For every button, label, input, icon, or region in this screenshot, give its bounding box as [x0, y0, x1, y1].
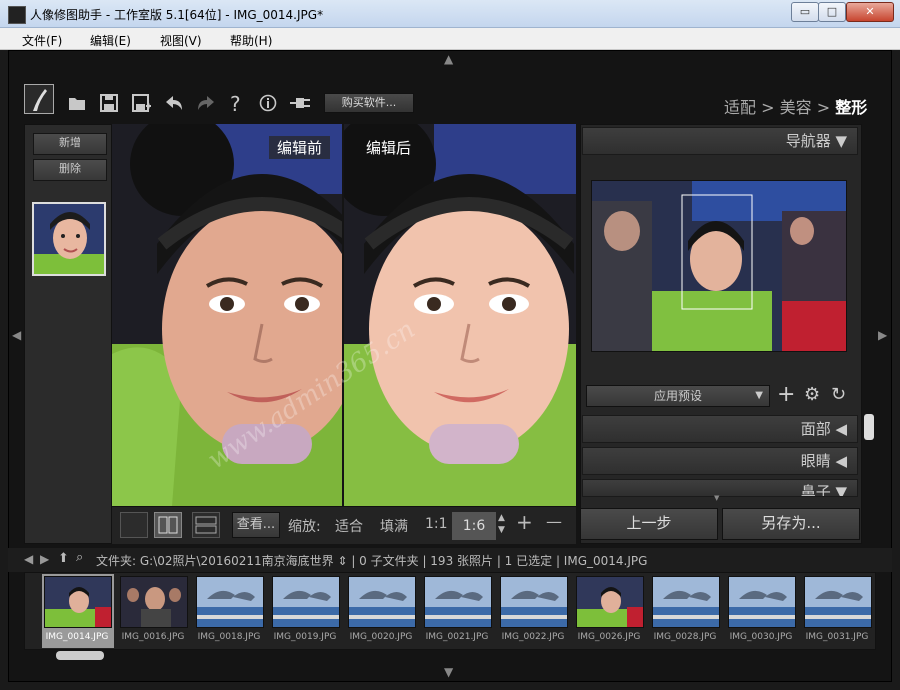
after-label: 编辑后: [366, 139, 412, 157]
delete-button[interactable]: 删除: [33, 159, 107, 181]
buy-software-button[interactable]: 购买软件...: [324, 93, 414, 113]
plugin-icon[interactable]: [290, 94, 312, 117]
collapse-right-arrow-icon[interactable]: ▶: [878, 328, 887, 342]
reset-icon[interactable]: ↻: [831, 384, 846, 405]
folder-path-status: 文件夹: G:\02照片\20160211南京海底世界 ⇕ | 0 子文件夹 |…: [96, 554, 648, 568]
zoom-fill-button[interactable]: 填满: [380, 516, 408, 536]
film-filename: IMG_0022.JPG: [501, 632, 565, 642]
title-bar: 人像修图助手 - 工作室版 5.1[64位] - IMG_0014.JPG* ▭…: [0, 0, 900, 28]
workflow-step-beauty[interactable]: 美容: [780, 98, 812, 117]
info-icon[interactable]: [259, 94, 277, 117]
film-thumbnail[interactable]: [196, 576, 264, 628]
workflow-separator: >: [811, 98, 836, 117]
zoom-fit-button[interactable]: 适合: [335, 516, 363, 536]
menu-bar: 文件(F) 编辑(E) 视图(V) 帮助(H): [0, 28, 900, 50]
film-filename: IMG_0018.JPG: [197, 632, 261, 642]
back-arrow-icon[interactable]: ◀: [24, 552, 33, 566]
zoom-ratio-field[interactable]: 1:6: [452, 512, 496, 540]
section-nose[interactable]: 鼻子 ▼: [582, 479, 858, 497]
view-options-button[interactable]: 查看...: [232, 512, 280, 538]
film-filename: IMG_0016.JPG: [121, 632, 185, 642]
film-filename: IMG_0021.JPG: [425, 632, 489, 642]
previous-step-button[interactable]: 上一步: [580, 508, 718, 540]
film-thumbnail[interactable]: [348, 576, 416, 628]
zoom-out-button[interactable]: —: [546, 512, 562, 531]
navigator-preview[interactable]: [591, 180, 847, 352]
zoom-in-button[interactable]: +: [516, 510, 533, 534]
open-folder-icon[interactable]: [68, 94, 86, 117]
workflow-step-reshape[interactable]: 整形: [835, 98, 867, 117]
help-icon[interactable]: ?: [230, 92, 241, 116]
save-as-button[interactable]: 另存为...: [722, 508, 860, 540]
add-button[interactable]: 新增: [33, 133, 107, 155]
film-thumbnail[interactable]: [576, 576, 644, 628]
panel-scrollbar[interactable]: [864, 414, 874, 440]
film-filename: IMG_0019.JPG: [273, 632, 337, 642]
menu-view[interactable]: 视图(V): [160, 32, 202, 49]
navigator-header[interactable]: 导航器 ▼: [582, 127, 858, 155]
workflow-steps: 适配 > 美容 > 整形: [724, 94, 867, 118]
film-thumbnail[interactable]: [44, 576, 112, 628]
scroll-down-icon[interactable]: ▼: [714, 494, 719, 502]
film-thumbnail[interactable]: [272, 576, 340, 628]
chevron-down-icon: ▼: [755, 390, 763, 401]
section-face[interactable]: 面部 ◀: [582, 415, 858, 443]
add-preset-icon[interactable]: +: [777, 382, 795, 407]
workflow-step-adapt[interactable]: 适配: [724, 98, 756, 117]
film-thumbnail[interactable]: [728, 576, 796, 628]
zoom-label: 缩放:: [288, 519, 321, 535]
maximize-button[interactable]: □: [818, 2, 846, 22]
film-filename: IMG_0026.JPG: [577, 632, 641, 642]
workflow-separator: >: [756, 98, 780, 117]
film-thumbnail[interactable]: [652, 576, 720, 628]
save-as-icon[interactable]: [132, 94, 152, 117]
film-filename: IMG_0031.JPG: [805, 632, 869, 642]
photo-after[interactable]: 编辑后: [344, 124, 576, 506]
split-vertical-view-icon[interactable]: [154, 512, 182, 538]
film-thumbnail[interactable]: [120, 576, 188, 628]
redo-icon[interactable]: [196, 94, 216, 117]
section-eyes[interactable]: 眼睛 ◀: [582, 447, 858, 475]
single-view-icon[interactable]: [120, 512, 148, 538]
logo-icon: [24, 84, 54, 114]
zoom-stepper-icon[interactable]: ▲ ▼: [498, 512, 505, 536]
film-strip-scrollbar[interactable]: [56, 651, 104, 660]
film-filename: IMG_0028.JPG: [653, 632, 717, 642]
split-horizontal-view-icon[interactable]: [192, 512, 220, 538]
film-thumbnail[interactable]: [500, 576, 568, 628]
close-button[interactable]: ✕: [846, 2, 894, 22]
apply-preset-dropdown[interactable]: 应用预设 ▼: [586, 385, 770, 407]
up-folder-icon[interactable]: ⬆: [58, 551, 69, 566]
collapse-bottom-arrow-icon[interactable]: ▼: [444, 665, 453, 679]
film-thumbnail[interactable]: [804, 576, 872, 628]
before-label: 编辑前: [268, 136, 330, 159]
window-title: 人像修图助手 - 工作室版 5.1[64位] - IMG_0014.JPG*: [30, 8, 324, 22]
save-icon[interactable]: [100, 94, 118, 117]
left-panel: 新增 删除: [24, 124, 112, 544]
menu-edit[interactable]: 编辑(E): [90, 32, 131, 49]
zoom-1-1-button[interactable]: 1:1: [425, 516, 448, 532]
film-filename: IMG_0020.JPG: [349, 632, 413, 642]
film-filename: IMG_0030.JPG: [729, 632, 793, 642]
face-thumbnail[interactable]: [32, 202, 106, 276]
film-thumbnail[interactable]: [424, 576, 492, 628]
minimize-button[interactable]: ▭: [791, 2, 819, 22]
menu-file[interactable]: 文件(F): [22, 32, 62, 49]
forward-arrow-icon[interactable]: ▶: [40, 552, 49, 566]
search-icon[interactable]: ⌕: [76, 550, 83, 565]
undo-icon[interactable]: [164, 94, 184, 117]
collapse-top-arrow-icon[interactable]: ▲: [444, 52, 453, 66]
gear-icon[interactable]: ⚙: [804, 384, 820, 405]
app-icon: [8, 6, 26, 24]
menu-help[interactable]: 帮助(H): [230, 32, 272, 49]
preset-label: 应用预设: [653, 389, 702, 403]
collapse-left-arrow-icon[interactable]: ◀: [12, 328, 21, 342]
film-filename: IMG_0014.JPG: [45, 632, 109, 642]
